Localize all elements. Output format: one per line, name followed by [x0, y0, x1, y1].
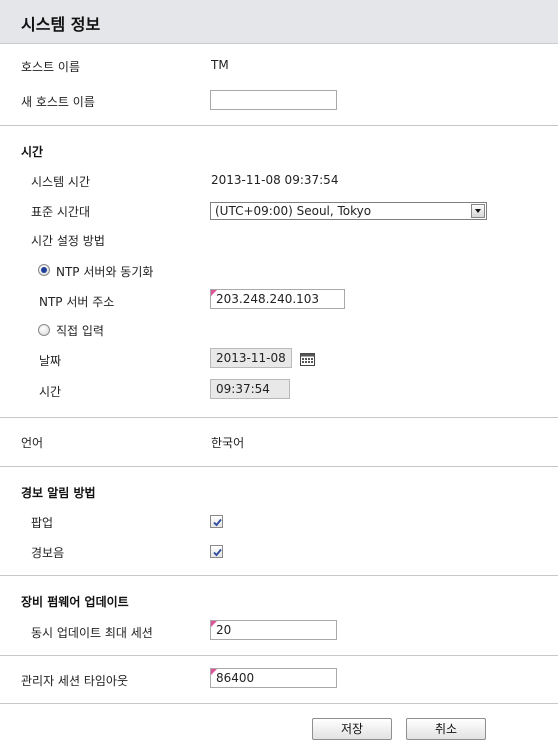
admin-timeout-label: 관리자 세션 타임아웃 — [21, 674, 128, 688]
time-method-label: 시간 설정 방법 — [31, 234, 105, 248]
divider — [0, 125, 558, 126]
date-input[interactable]: 2013-11-08 — [210, 348, 292, 368]
ntp-sync-radio[interactable] — [38, 264, 50, 276]
save-button[interactable]: 저장 — [312, 718, 392, 740]
popup-label: 팝업 — [31, 516, 54, 530]
ntp-address-input[interactable]: 203.248.240.103 — [210, 289, 345, 309]
date-label: 날짜 — [39, 354, 62, 368]
max-sessions-label: 동시 업데이트 최대 세션 — [31, 626, 153, 640]
host-name-value: TM — [211, 58, 229, 72]
divider — [0, 575, 558, 576]
time-input[interactable]: 09:37:54 — [210, 379, 290, 399]
alert-section-title: 경보 알림 방법 — [21, 486, 96, 500]
divider — [0, 703, 558, 704]
alarm-sound-label: 경보음 — [31, 546, 65, 560]
new-host-name-input[interactable] — [210, 90, 337, 110]
admin-timeout-input[interactable]: 86400 — [210, 668, 337, 688]
time-section-title: 시간 — [21, 145, 44, 159]
calendar-icon[interactable] — [300, 352, 315, 366]
divider — [0, 417, 558, 418]
timezone-selected-value: (UTC+09:00) Seoul, Tokyo — [215, 204, 372, 218]
chevron-down-icon[interactable] — [471, 204, 485, 218]
language-label: 언어 — [21, 436, 44, 450]
system-time-value: 2013-11-08 09:37:54 — [211, 173, 339, 187]
host-name-label: 호스트 이름 — [21, 60, 81, 74]
check-icon — [213, 518, 222, 527]
divider — [0, 466, 558, 467]
new-host-name-label: 새 호스트 이름 — [21, 95, 95, 109]
ntp-sync-radio-label[interactable]: NTP 서버와 동기화 — [56, 263, 153, 280]
timezone-select[interactable]: (UTC+09:00) Seoul, Tokyo — [210, 202, 487, 220]
popup-checkbox[interactable] — [210, 515, 223, 528]
cancel-button[interactable]: 취소 — [406, 718, 486, 740]
system-time-label: 시스템 시간 — [31, 175, 91, 189]
alarm-sound-checkbox[interactable] — [210, 545, 223, 558]
language-value: 한국어 — [211, 436, 245, 450]
page-title: 시스템 정보 — [21, 15, 101, 34]
manual-input-radio[interactable] — [38, 324, 50, 336]
timezone-label: 표준 시간대 — [31, 205, 91, 219]
check-icon — [213, 548, 222, 557]
firmware-section-title: 장비 펌웨어 업데이트 — [21, 595, 129, 609]
max-sessions-input[interactable]: 20 — [210, 620, 337, 640]
time-label: 시간 — [39, 385, 62, 399]
ntp-address-label: NTP 서버 주소 — [39, 295, 115, 309]
divider — [0, 655, 558, 656]
manual-input-radio-label[interactable]: 직접 입력 — [56, 322, 104, 339]
page-header: 시스템 정보 — [0, 0, 558, 44]
